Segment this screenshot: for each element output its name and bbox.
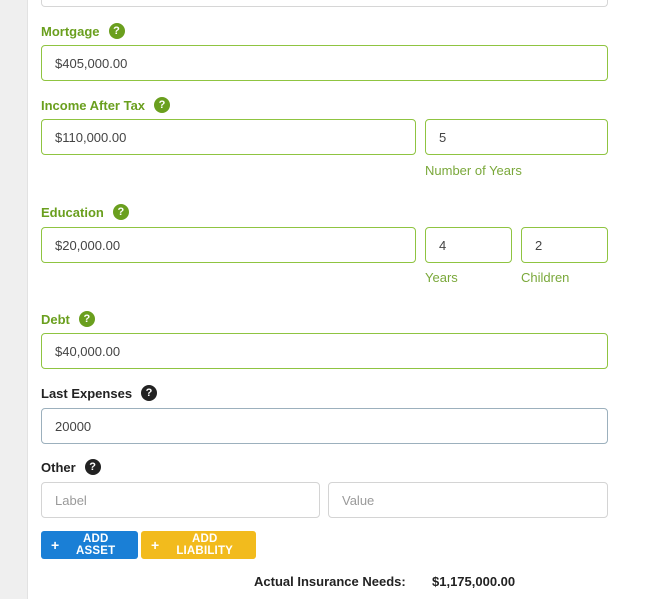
add-liability-label: ADD LIABILITY (176, 533, 234, 557)
mortgage-label: Mortgage (41, 23, 100, 39)
last-expenses-label-row: Last Expenses ? (41, 383, 158, 403)
other-label-input[interactable] (41, 482, 320, 518)
income-label-row: Income After Tax ? (41, 95, 171, 115)
side-panel-edge (0, 0, 28, 599)
last-expenses-help-icon[interactable]: ? (141, 385, 158, 401)
education-label: Education (41, 204, 104, 220)
education-children-input[interactable] (521, 227, 608, 263)
education-label-row: Education ? (41, 202, 129, 222)
education-years-input[interactable] (425, 227, 512, 263)
last-expenses-label: Last Expenses (41, 385, 133, 401)
other-help-icon[interactable]: ? (84, 459, 101, 475)
debt-label-row: Debt ? (41, 309, 95, 329)
income-input[interactable] (41, 119, 416, 155)
education-input[interactable] (41, 227, 416, 263)
income-years-input[interactable] (425, 119, 608, 155)
income-help-icon[interactable]: ? (154, 97, 171, 113)
insurance-needs-value: $1,175,000.00 (432, 574, 516, 589)
debt-help-icon[interactable]: ? (78, 311, 95, 327)
mortgage-help-icon[interactable]: ? (108, 23, 125, 39)
income-years-caption: Number of Years (425, 163, 522, 178)
plus-icon: + (51, 537, 60, 553)
add-asset-label: ADD ASSET (76, 533, 116, 557)
other-label: Other (41, 459, 76, 475)
last-expenses-input[interactable] (41, 408, 608, 444)
education-help-icon[interactable]: ? (112, 204, 129, 220)
other-label-row: Other ? (41, 457, 101, 477)
add-asset-button[interactable]: + ADD ASSET (41, 531, 138, 559)
previous-input-edge (41, 0, 608, 7)
plus-icon: + (151, 537, 160, 553)
debt-label: Debt (41, 311, 70, 327)
other-value-input[interactable] (328, 482, 608, 518)
add-liability-button[interactable]: + ADD LIABILITY (141, 531, 256, 559)
income-label: Income After Tax (41, 97, 146, 113)
education-years-caption: Years (425, 270, 458, 285)
mortgage-label-row: Mortgage ? (41, 21, 125, 41)
insurance-needs-label: Actual Insurance Needs: (254, 574, 406, 589)
education-children-caption: Children (521, 270, 570, 285)
mortgage-input[interactable] (41, 45, 608, 81)
debt-input[interactable] (41, 333, 608, 369)
